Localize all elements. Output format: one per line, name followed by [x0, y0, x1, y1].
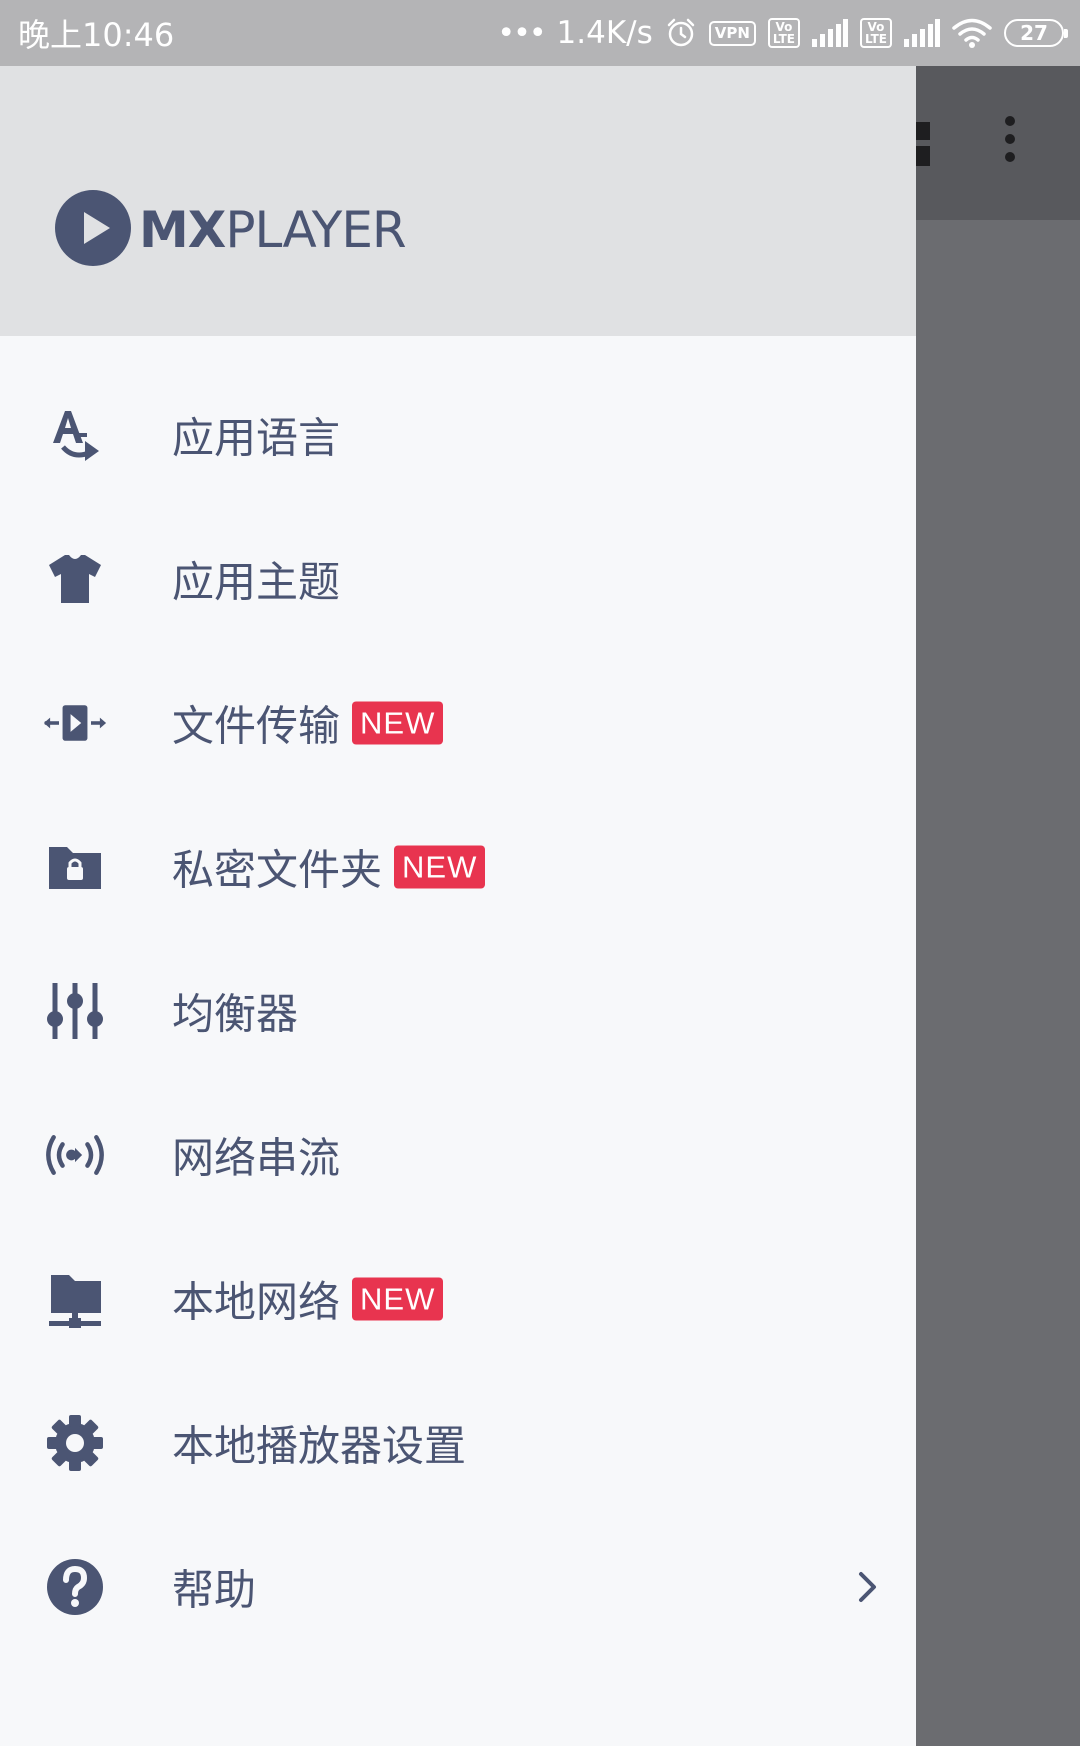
menu-label-text: 本地网络: [172, 1277, 341, 1327]
menu-item-local-network[interactable]: 本地网络 NEW: [0, 1227, 916, 1371]
volte-icon-1: Vo LTE: [767, 18, 800, 48]
menu-item-app-language[interactable]: 应用语言: [0, 363, 916, 507]
wifi-icon: [952, 17, 992, 49]
signal-icon-1: [811, 19, 848, 47]
logo-player: PLAYER: [225, 201, 406, 259]
menu-label-text: 网络串流: [172, 1133, 341, 1183]
new-badge: NEW: [352, 1277, 444, 1321]
menu-label-text: 应用语言: [172, 413, 341, 463]
battery-level: 27: [1020, 21, 1048, 45]
menu-label-text: 本地播放器设置: [172, 1421, 467, 1471]
equalizer-icon: [43, 979, 107, 1043]
menu-label-text: 文件传输: [172, 701, 341, 751]
battery-icon: 27: [1004, 19, 1068, 47]
menu-label-text: 私密文件夹: [172, 845, 383, 895]
more-options-icon[interactable]: [1000, 113, 1020, 169]
mx-player-logo: MX PLAYER: [55, 190, 407, 270]
notification-dots: •••: [497, 15, 546, 51]
gear-icon: [43, 1411, 107, 1475]
play-logo-icon: [55, 190, 131, 270]
menu-item-network-stream[interactable]: 网络串流: [0, 1083, 916, 1227]
language-icon: [43, 403, 107, 467]
logo-mx: MX: [139, 201, 226, 259]
menu-item-local-player-settings[interactable]: 本地播放器设置: [0, 1371, 916, 1515]
status-bar: 晚上10:46 ••• 1.4K/s VPN Vo LTE Vo LTE 27: [0, 0, 1080, 66]
local-network-icon: [43, 1267, 107, 1331]
file-transfer-icon: [43, 691, 107, 755]
menu-item-file-transfer[interactable]: 文件传输 NEW: [0, 651, 916, 795]
menu-label-text: 帮助: [172, 1565, 257, 1615]
chevron-right-icon: [856, 1569, 880, 1609]
signal-icon-2: [904, 19, 940, 47]
menu-label: 本地播放器设置: [172, 1413, 466, 1474]
menu-label: 私密文件夹 NEW: [172, 837, 486, 898]
menu-label-text: 均衡器: [172, 989, 299, 1039]
menu-item-equalizer[interactable]: 均衡器: [0, 939, 916, 1083]
status-right: ••• 1.4K/s VPN Vo LTE Vo LTE 27: [497, 15, 1068, 51]
menu-label: 本地网络 NEW: [172, 1269, 444, 1330]
logo-wordmark: MX PLAYER: [139, 201, 407, 259]
network-stream-icon: [43, 1123, 107, 1187]
status-time: 晚上10:46: [18, 16, 175, 54]
help-icon: [43, 1555, 107, 1619]
new-badge: NEW: [352, 701, 444, 745]
volte-lte: LTE: [772, 32, 795, 46]
menu-item-help[interactable]: 帮助: [0, 1515, 916, 1659]
status-left: 晚上10:46: [18, 10, 174, 56]
menu-label: 应用主题: [172, 549, 340, 610]
menu-item-private-folder[interactable]: 私密文件夹 NEW: [0, 795, 916, 939]
vpn-icon: VPN: [708, 20, 756, 46]
alarm-icon: [665, 17, 697, 49]
tshirt-icon: [43, 547, 107, 611]
menu-label: 文件传输 NEW: [172, 693, 444, 754]
volte-icon-2: Vo LTE: [859, 18, 892, 48]
new-badge: NEW: [394, 845, 486, 889]
private-folder-icon: [43, 835, 107, 899]
network-speed: 1.4K/s: [556, 15, 653, 51]
menu-label: 应用语言: [172, 405, 340, 466]
drawer-menu: 应用语言 应用主题 文件传输 NEW 私密文件夹 NEW 均衡器 网络串流 本地…: [0, 363, 916, 1659]
menu-label: 网络串流: [172, 1125, 340, 1186]
volte-lte-2: LTE: [864, 32, 887, 46]
menu-label: 帮助: [172, 1557, 256, 1618]
navigation-drawer: MX PLAYER 应用语言 应用主题 文件传输 NEW 私密文件夹 NEW 均…: [0, 66, 916, 1746]
menu-label: 均衡器: [172, 981, 298, 1042]
menu-item-app-theme[interactable]: 应用主题: [0, 507, 916, 651]
drawer-header: MX PLAYER: [0, 66, 916, 336]
menu-label-text: 应用主题: [172, 557, 341, 607]
